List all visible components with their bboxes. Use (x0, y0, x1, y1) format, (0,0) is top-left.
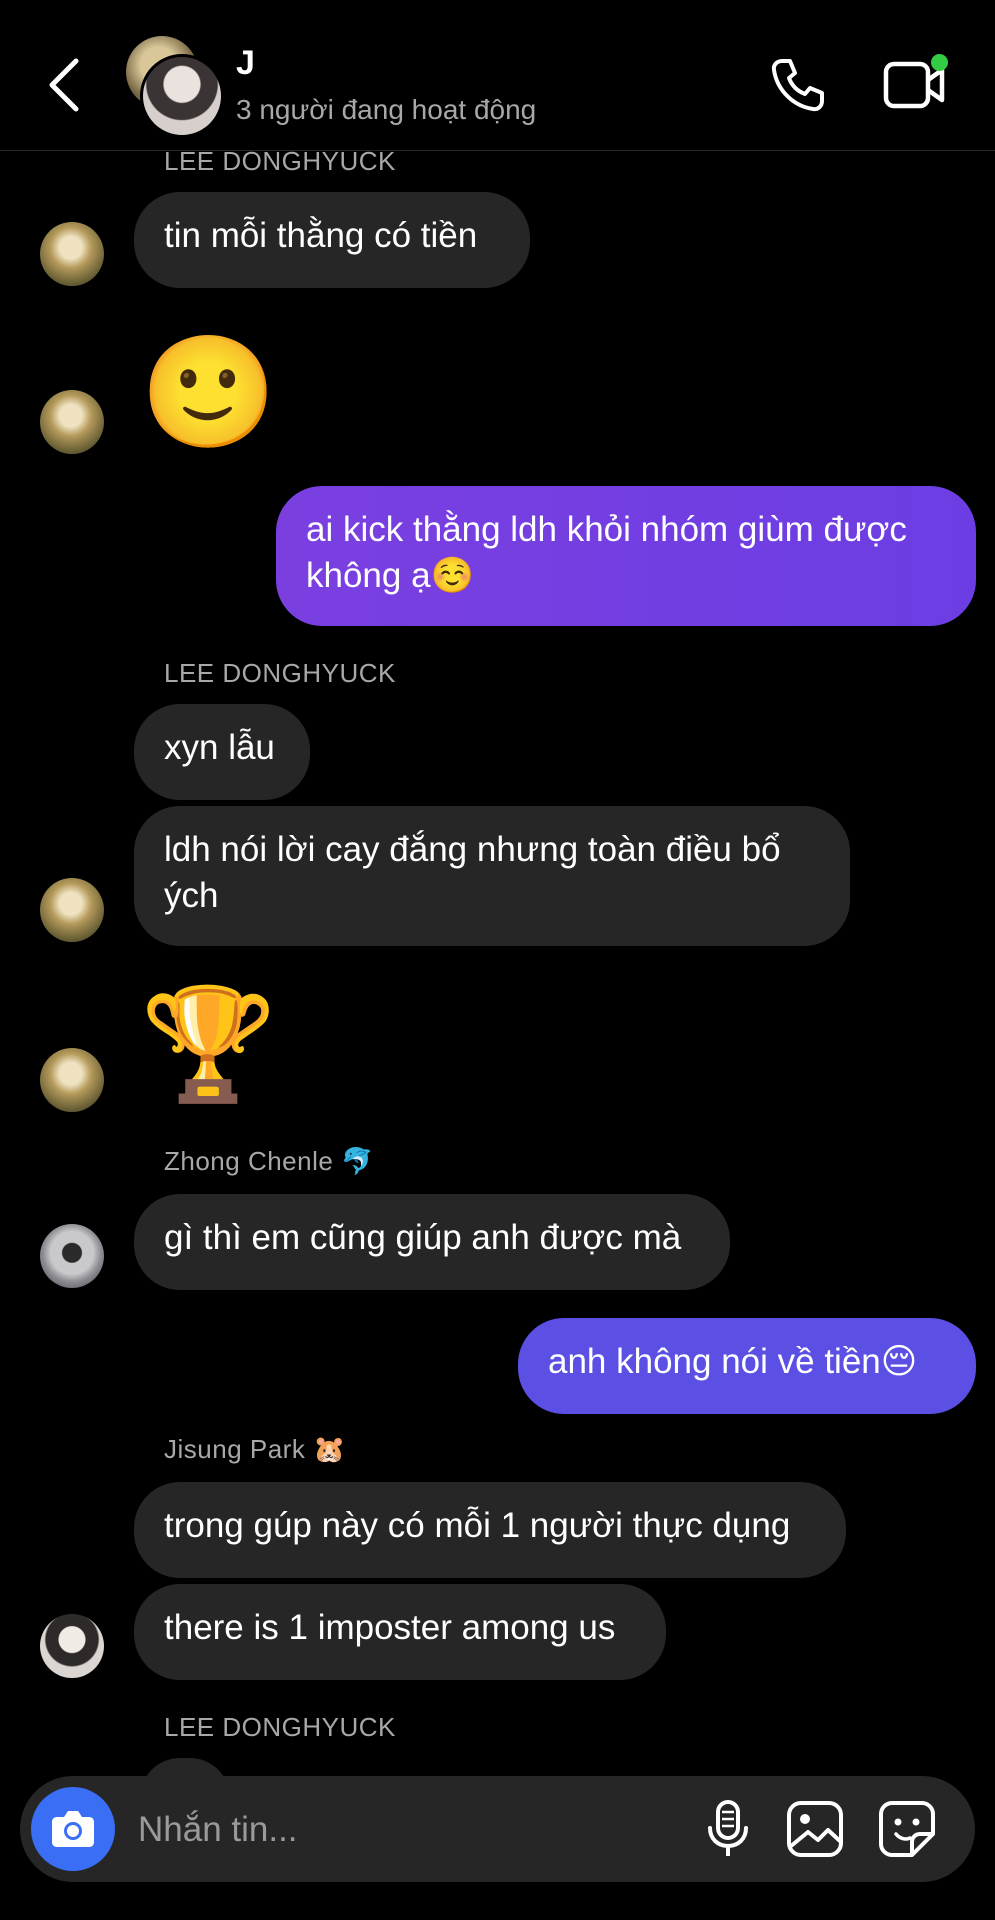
message-text-line: ldh nói lời cay đắng nhưng toàn điều bổ (164, 830, 781, 869)
message-text: tin mỗi thằng có tiền (164, 216, 478, 255)
back-button[interactable] (40, 55, 90, 115)
sender-name: Zhong Chenle 🐬 (164, 1146, 374, 1177)
message-text-line: ai kick thằng ldh khỏi nhóm giùm được (306, 510, 907, 549)
sender-avatar[interactable] (40, 1048, 104, 1112)
emoji-message[interactable]: 🏆 (140, 990, 277, 1100)
group-avatar[interactable] (126, 36, 226, 138)
message-text: anh không nói về tiền😔 (548, 1342, 918, 1381)
sender-avatar[interactable] (40, 390, 104, 454)
message-input[interactable] (136, 1804, 560, 1856)
message-text: gì thì em cũng giúp anh được mà (164, 1218, 682, 1257)
outgoing-message-bubble[interactable]: ai kick thằng ldh khỏi nhóm giùm được kh… (276, 486, 976, 626)
sender-name-emoji: 🐬 (341, 1146, 375, 1176)
message-text-line: không ạ☺️ (306, 556, 475, 595)
chat-header: J 3 người đang hoạt động (0, 0, 995, 151)
message-bubble[interactable]: trong gúp này có mỗi 1 người thực dụng (134, 1482, 846, 1578)
message-bubble[interactable]: gì thì em cũng giúp anh được mà (134, 1194, 730, 1290)
message-text: trong gúp này có mỗi 1 người thực dụng (164, 1506, 791, 1545)
outgoing-message-bubble[interactable]: anh không nói về tiền😔 (518, 1318, 976, 1414)
microphone-icon (708, 1800, 748, 1856)
sender-avatar[interactable] (40, 222, 104, 286)
video-call-button[interactable] (880, 50, 950, 116)
sticker-button[interactable] (876, 1798, 938, 1860)
microphone-button[interactable] (698, 1798, 758, 1860)
chat-title[interactable]: J (236, 44, 255, 83)
gallery-button[interactable] (784, 1798, 846, 1860)
message-composer (20, 1776, 975, 1882)
online-indicator (931, 54, 948, 71)
active-members-status: 3 người đang hoạt động (236, 94, 537, 125)
group-avatar-front (140, 54, 224, 138)
sender-name: LEE DONGHYUCK (164, 1712, 396, 1742)
chevron-left-icon (49, 58, 79, 112)
message-bubble[interactable]: ldh nói lời cay đắng nhưng toàn điều bổ … (134, 806, 850, 946)
sender-name-text: Jisung Park (164, 1434, 306, 1464)
sticker-icon (879, 1801, 935, 1857)
emoji-message[interactable]: 🙂 (140, 338, 277, 448)
camera-icon (52, 1811, 94, 1847)
sender-name: LEE DONGHYUCK (164, 658, 396, 688)
sender-avatar[interactable] (40, 878, 104, 942)
camera-button[interactable] (31, 1787, 115, 1871)
message-bubble[interactable]: there is 1 imposter among us (134, 1584, 666, 1680)
message-text: there is 1 imposter among us (164, 1608, 616, 1647)
sender-avatar[interactable] (40, 1614, 104, 1678)
message-text: xyn lẫu (164, 728, 275, 767)
phone-icon (771, 59, 824, 112)
sender-avatar[interactable] (40, 1224, 104, 1288)
call-button[interactable] (768, 55, 828, 115)
sender-name-emoji: 🐹 (313, 1434, 347, 1464)
message-bubble[interactable]: tin mỗi thằng có tiền (134, 192, 530, 288)
sender-name-text: Zhong Chenle (164, 1146, 334, 1176)
image-icon (787, 1801, 843, 1857)
message-bubble[interactable]: xyn lẫu (134, 704, 310, 800)
sender-name: Jisung Park 🐹 (164, 1434, 346, 1465)
message-text-line: ých (164, 876, 219, 915)
